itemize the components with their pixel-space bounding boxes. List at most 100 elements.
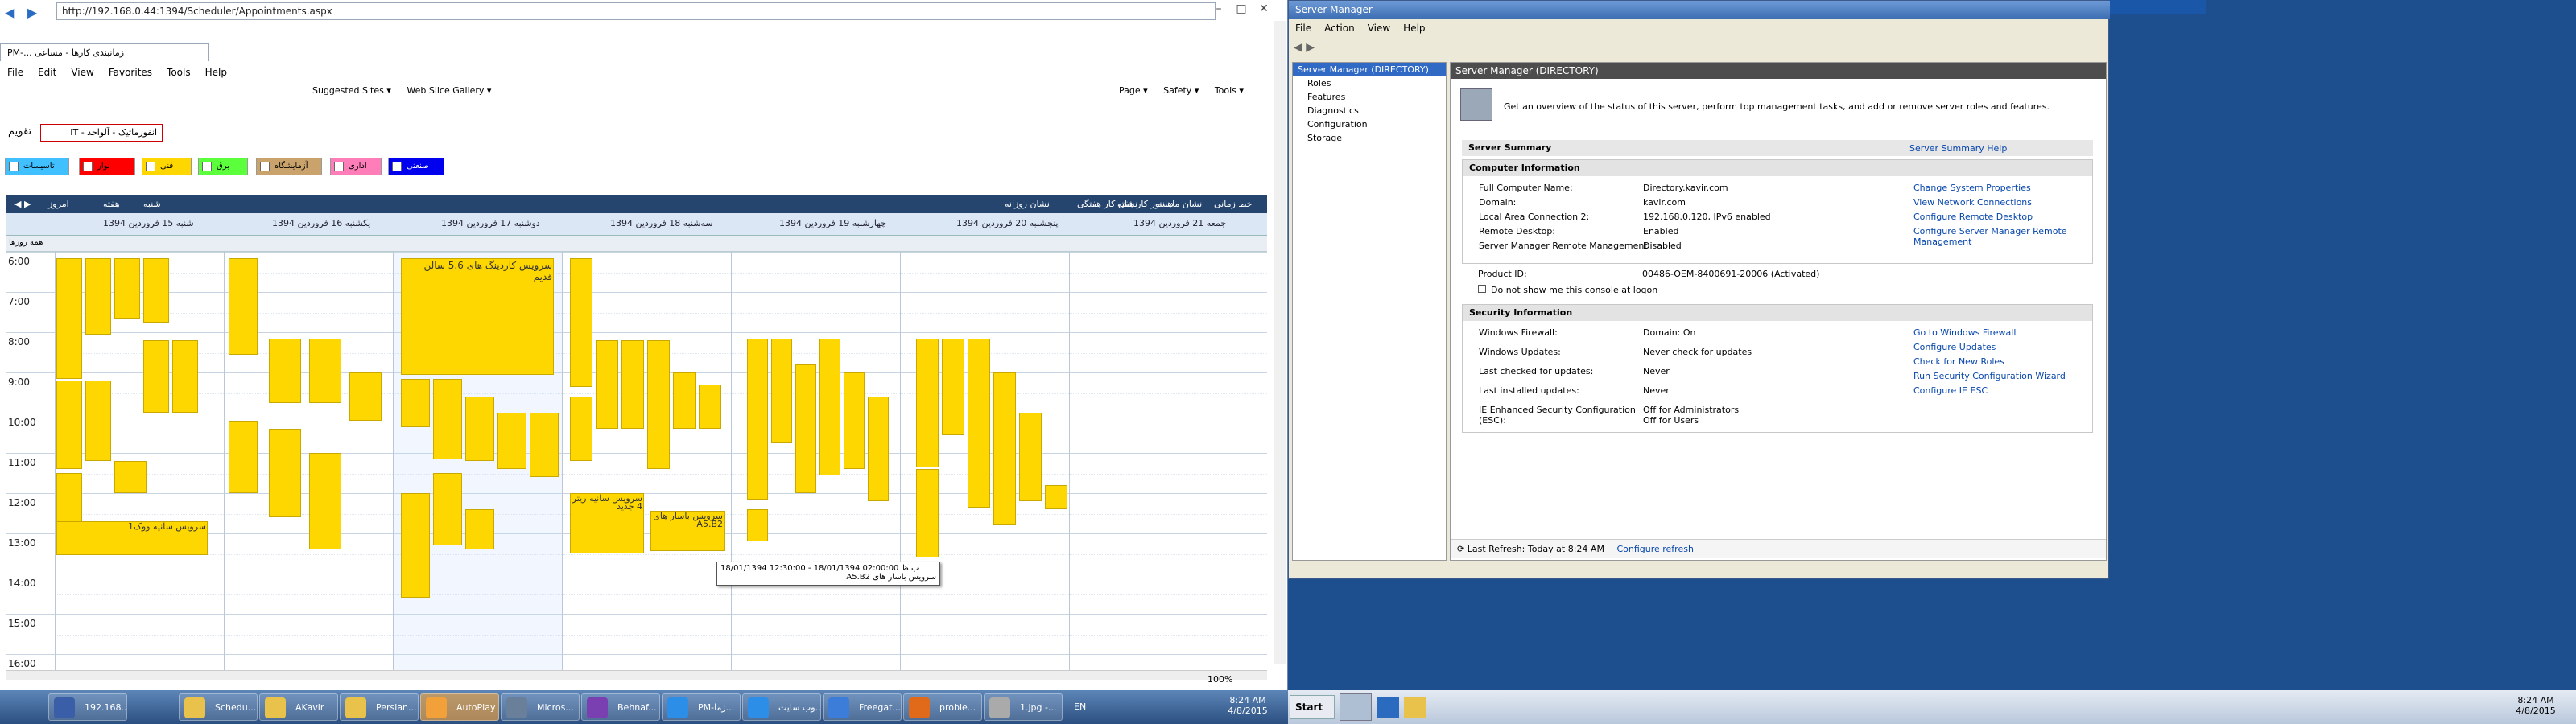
day-column[interactable] (55, 252, 56, 670)
link-configure-ie-esc[interactable]: Configure IE ESC (1913, 385, 1988, 396)
menu-action[interactable]: Action (1318, 20, 1361, 36)
appointment[interactable] (229, 258, 258, 355)
day-column[interactable] (1069, 252, 1070, 670)
appointment[interactable] (401, 493, 430, 598)
appointment[interactable] (570, 397, 592, 461)
menu-help[interactable]: Help (198, 64, 234, 80)
day-column[interactable] (900, 252, 901, 670)
link-change-system-properties[interactable]: Change System Properties (1913, 183, 2031, 193)
summary-help-link[interactable]: Server Summary Help (1909, 143, 2007, 154)
view-timeline[interactable]: خط زمانی (1214, 199, 1253, 209)
menu-help[interactable]: Help (1397, 20, 1431, 36)
page-menu[interactable]: Page ▾ (1113, 80, 1154, 101)
address-bar[interactable]: http://192.168.0.44:1394/Scheduler/Appoi… (56, 2, 1216, 20)
appointment[interactable] (114, 258, 140, 319)
nav-arrows-icon[interactable]: ◀ ▶ (1294, 41, 1315, 54)
legend-item[interactable]: فنی (142, 158, 192, 175)
powershell-icon[interactable] (1377, 697, 1399, 718)
appointment[interactable] (114, 461, 147, 493)
back-icon[interactable]: ◀ (5, 5, 24, 21)
link-configure-remote-management[interactable]: Configure Server Manager Remote Manageme… (1913, 226, 2083, 247)
appointment[interactable] (699, 385, 721, 429)
link-configure-updates[interactable]: Configure Updates (1913, 342, 1996, 352)
folder-icon[interactable] (1404, 697, 1426, 718)
appointment[interactable]: سرویس سانیه ووک1 (56, 521, 208, 555)
link-view-network-connections[interactable]: View Network Connections (1913, 197, 2032, 208)
horizontal-scrollbar[interactable] (6, 670, 1267, 680)
taskbar-item[interactable]: AutoPlay (420, 693, 499, 721)
appointment[interactable] (968, 339, 990, 508)
appointment[interactable] (85, 381, 111, 461)
appointment[interactable] (916, 339, 939, 467)
appointment[interactable] (819, 339, 840, 475)
menu-file[interactable]: File (1289, 20, 1318, 36)
appointment[interactable] (433, 379, 462, 459)
today-button[interactable]: امروز (48, 199, 69, 209)
language-indicator[interactable]: EN (1074, 701, 1086, 712)
server-manager-taskbar-icon[interactable] (1340, 693, 1372, 721)
appointment[interactable] (465, 509, 494, 549)
appointment[interactable] (916, 469, 939, 557)
appointment[interactable] (401, 379, 430, 427)
saturday-button[interactable]: شنبه (143, 199, 161, 209)
appointment[interactable] (497, 413, 526, 469)
forward-icon[interactable]: ▶ (27, 5, 47, 21)
appointment[interactable] (143, 340, 169, 413)
week-button[interactable]: هفته (103, 199, 120, 209)
taskbar-item[interactable]: AKavir (259, 693, 338, 721)
link-security-wizard[interactable]: Run Security Configuration Wizard (1913, 371, 2066, 381)
tree-item-features[interactable]: Features (1293, 90, 1446, 104)
appointment[interactable] (465, 397, 494, 461)
taskbar-item[interactable]: 1.jpg -... (984, 693, 1063, 721)
zoom-level[interactable]: 100% (1208, 674, 1232, 685)
department-select[interactable]: انفورماتیک - آلواحد - IT (40, 124, 163, 142)
legend-item[interactable]: اداری (330, 158, 382, 175)
tools-menu[interactable]: Tools ▾ (1208, 80, 1250, 101)
taskbar-item[interactable]: Freegat... (823, 693, 902, 721)
appointment[interactable] (795, 364, 816, 493)
close-button[interactable]: ✕ (1253, 0, 1275, 18)
link-windows-firewall[interactable]: Go to Windows Firewall (1913, 327, 2016, 338)
taskbar-item[interactable]: Persian... (340, 693, 419, 721)
view-month[interactable]: نشان ماهانه (1158, 199, 1202, 209)
tree-item-roles[interactable]: Roles (1293, 76, 1446, 90)
appointment[interactable] (844, 372, 865, 469)
appointment[interactable] (747, 509, 768, 541)
appointment[interactable] (229, 421, 258, 493)
appointment[interactable] (309, 339, 341, 403)
appointment[interactable] (747, 339, 768, 500)
appointment[interactable] (570, 258, 592, 387)
configure-refresh-link[interactable]: Configure refresh (1616, 544, 1693, 554)
safety-menu[interactable]: Safety ▾ (1157, 80, 1205, 101)
appointment[interactable] (269, 429, 301, 517)
appointment[interactable] (269, 339, 301, 403)
day-column[interactable] (562, 252, 563, 670)
link-configure-remote-desktop[interactable]: Configure Remote Desktop (1913, 212, 2033, 222)
appointment[interactable] (621, 340, 644, 429)
nav-arrows-icon[interactable]: ◀ ▶ (14, 199, 31, 209)
taskbar-item[interactable]: Schedu... (179, 693, 258, 721)
appointment[interactable] (433, 473, 462, 545)
legend-item[interactable]: نوار (79, 158, 135, 175)
view-daily[interactable]: نشان روزانه (1005, 199, 1050, 209)
refresh-icon[interactable]: ⟳ (1457, 544, 1468, 554)
web-slice-gallery-link[interactable]: Web Slice Gallery ▾ (400, 80, 497, 101)
appointment[interactable] (349, 372, 382, 421)
maximize-button[interactable]: □ (1230, 0, 1253, 18)
appointment[interactable] (56, 258, 82, 379)
appointment[interactable] (56, 381, 82, 469)
dont-show-checkbox[interactable]: Do not show me this console at logon (1478, 285, 1657, 295)
appointment[interactable] (771, 339, 792, 443)
menu-edit[interactable]: Edit (31, 64, 64, 80)
legend-item[interactable]: برق (198, 158, 248, 175)
menu-view[interactable]: View (1361, 20, 1397, 36)
taskbar-item[interactable]: Micros... (501, 693, 580, 721)
section-title[interactable]: Security Information (1463, 305, 2092, 321)
browser-tab[interactable]: PM-... زمانبندی کارها - مساعی (0, 43, 209, 61)
vertical-scrollbar[interactable] (1274, 21, 1286, 664)
menu-view[interactable]: View (64, 64, 101, 80)
taskbar-item[interactable]: 192.168... (48, 693, 127, 721)
appointment[interactable] (530, 413, 559, 477)
menu-tools[interactable]: Tools (159, 64, 198, 80)
taskbar-item[interactable]: proble... (903, 693, 982, 721)
